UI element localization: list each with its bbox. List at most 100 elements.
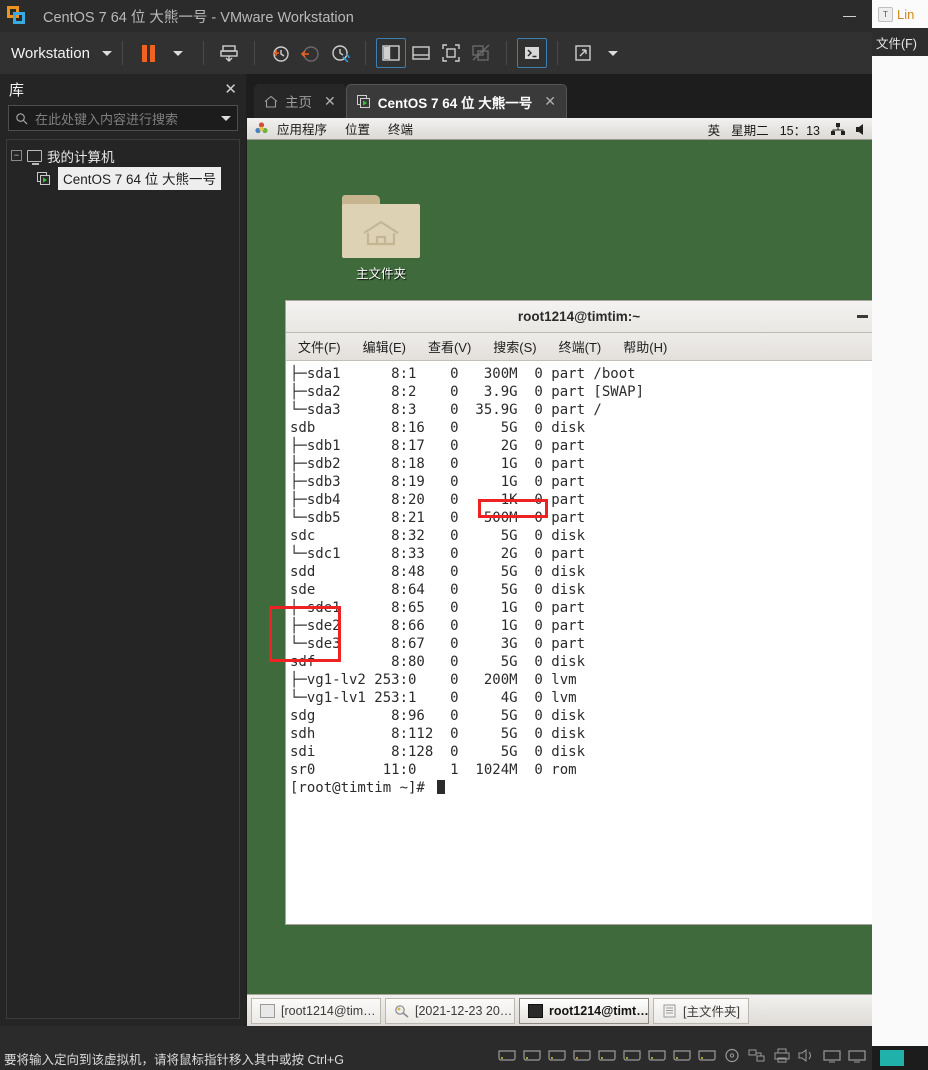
pause-button[interactable] [133,38,163,68]
desktop-icon-label: 主文件夹 [355,267,406,281]
tree-item-centos-vm[interactable]: CentOS 7 64 位 大熊一号 [7,167,239,190]
search-input[interactable]: 在此处键入内容进行搜索 [8,105,238,131]
network-icon[interactable] [746,1048,768,1063]
terminal-line: └─sde3 8:67 0 3G 0 part [290,636,586,652]
terminal-line: sdc 8:32 0 5G 0 disk [290,528,586,544]
terminal-icon [528,1003,543,1018]
cdrom-icon[interactable] [721,1048,743,1063]
snapshot-history-button[interactable] [265,38,295,68]
enter-fullscreen-icon [442,44,460,62]
taskbar-item[interactable]: [root1214@tim… [251,997,381,1024]
harddisk-icon[interactable] [646,1048,668,1063]
menu-search[interactable]: 搜索(S) [493,337,536,356]
show-library-panel-button[interactable] [376,38,407,68]
volume-icon[interactable] [856,123,868,136]
vmware-logo-icon [7,6,27,26]
show-thumbnail-bar-button[interactable] [406,38,436,68]
taskbar-item-active[interactable]: root1214@timt… [519,997,649,1024]
menu-edit[interactable]: 编辑(E) [363,337,406,356]
desktop-icon-home-folder[interactable]: 主文件夹 [336,195,426,282]
background-window-titlebar[interactable]: T Lin [872,0,928,28]
tab-centos-vm[interactable]: CentOS 7 64 位 大熊一号 ✕ [345,84,568,118]
background-window[interactable] [872,0,928,1070]
statusbar-message: 要将输入定向到该虚拟机，请将鼠标指针移入其中或按 Ctrl+G [4,1052,344,1067]
pause-icon [141,44,155,62]
tree-item-my-computer[interactable]: − 我的计算机 [7,144,239,167]
revert-snapshot-button[interactable] [295,38,325,68]
menu-view[interactable]: 查看(V) [428,337,471,356]
taskbar-item[interactable]: [2021-12-23 20… [385,997,515,1024]
chevron-down-icon[interactable] [221,115,231,121]
file-manager-icon [662,1004,677,1018]
terminal-line: ├─sdb1 8:17 0 2G 0 part [290,438,586,454]
background-window-menubar[interactable]: 文件(F) [872,28,928,56]
clock-day[interactable]: 星期二 [731,120,769,139]
library-title: 库 [9,81,25,99]
terminal-line: ├─sdb3 8:19 0 1G 0 part [290,474,586,490]
tab-home[interactable]: 主页 ✕ [254,84,346,118]
printer-icon[interactable] [771,1048,793,1063]
library-panel: 库 ✕ 在此处键入内容进行搜索 − 我的计算机 CentOS 7 64 位 大熊… [0,74,247,1026]
terminal-titlebar[interactable]: root1214@timtim:~ [286,301,872,333]
home-glyph-icon [363,220,399,246]
close-icon[interactable]: ✕ [324,93,336,110]
terminal-line: └─vg1-lv1 253:1 0 4G 0 lvm [290,690,577,706]
menu-help[interactable]: 帮助(H) [623,337,667,356]
harddisk-icon[interactable] [546,1048,568,1063]
harddisk-icon[interactable] [621,1048,643,1063]
take-snapshot-button[interactable] [214,38,244,68]
chevron-down-icon [173,50,184,56]
terminal-output[interactable]: ├─sda1 8:1 0 300M 0 part /boot ├─sda2 8:2… [286,361,872,924]
sound-icon[interactable] [796,1048,818,1063]
gnome-menu-applications[interactable]: 应用程序 [268,119,336,138]
show-thumbnail-bar-icon [412,46,430,60]
taskbar-item[interactable]: [主文件夹] [653,997,749,1024]
collapse-expander-icon[interactable]: − [11,150,22,161]
console-view-button[interactable] [517,38,548,68]
stretch-guest-button[interactable] [568,38,598,68]
menu-terminal[interactable]: 终端(T) [559,337,602,356]
chevron-down-icon [608,50,619,56]
revert-snapshot-icon [301,46,319,62]
terminal-line: sdi 8:128 0 5G 0 disk [290,744,586,760]
close-icon[interactable]: ✕ [544,93,556,110]
enter-fullscreen-button[interactable] [436,38,466,68]
manage-snapshots-button[interactable] [325,38,355,68]
close-icon[interactable]: ✕ [224,82,237,97]
workstation-menu-button[interactable]: Workstation [11,45,113,62]
clock-time[interactable]: 15：13 [780,120,820,139]
harddisk-icon[interactable] [671,1048,693,1063]
toolbar-divider [365,41,367,65]
network-icon[interactable] [831,122,845,136]
snapshot-history-icon [273,46,289,62]
harddisk-icon[interactable] [571,1048,593,1063]
terminal-line: sdh 8:112 0 5G 0 disk [290,726,586,742]
tab-label: CentOS 7 64 位 大熊一号 [377,95,533,111]
monitor-icon [27,149,42,165]
minimize-icon[interactable] [842,8,858,22]
harddisk-icon[interactable] [596,1048,618,1063]
gnome-menu-places[interactable]: 位置 [336,119,379,138]
usb-icon[interactable] [821,1048,843,1063]
terminal-window[interactable]: root1214@timtim:~ 文件(F) 编辑(E) 查看(V) 搜索(S… [285,300,872,925]
terminal-line: ├─vg1-lv2 253:0 0 200M 0 lvm [290,672,577,688]
gnome-menu-terminal[interactable]: 终端 [379,119,422,138]
home-icon [264,95,278,108]
terminal-line: sdb 8:16 0 5G 0 disk [290,420,586,436]
harddisk-icon[interactable] [521,1048,543,1063]
harddisk-icon[interactable] [696,1048,718,1063]
terminal-line: ├─sda1 8:1 0 300M 0 part /boot [290,366,636,382]
minimize-icon[interactable] [857,315,868,318]
stretch-dropdown[interactable] [598,38,628,68]
home-folder-icon [342,195,420,258]
display-icon[interactable] [846,1048,868,1063]
text-file-icon: T [878,6,893,22]
terminal-prompt: [root@timtim ~]# [290,779,872,797]
background-window-file-menu[interactable]: 文件(F) [876,33,917,52]
power-options-dropdown[interactable] [163,38,193,68]
menu-file[interactable]: 文件(F) [298,337,341,356]
harddisk-icon[interactable] [496,1048,518,1063]
input-method-indicator[interactable]: 英 [708,120,721,139]
main-toolbar: Workstation [0,32,872,74]
guest-screen[interactable]: 应用程序 位置 终端 英 星期二 15：13 主文件夹 root1214@tim… [247,118,872,1026]
